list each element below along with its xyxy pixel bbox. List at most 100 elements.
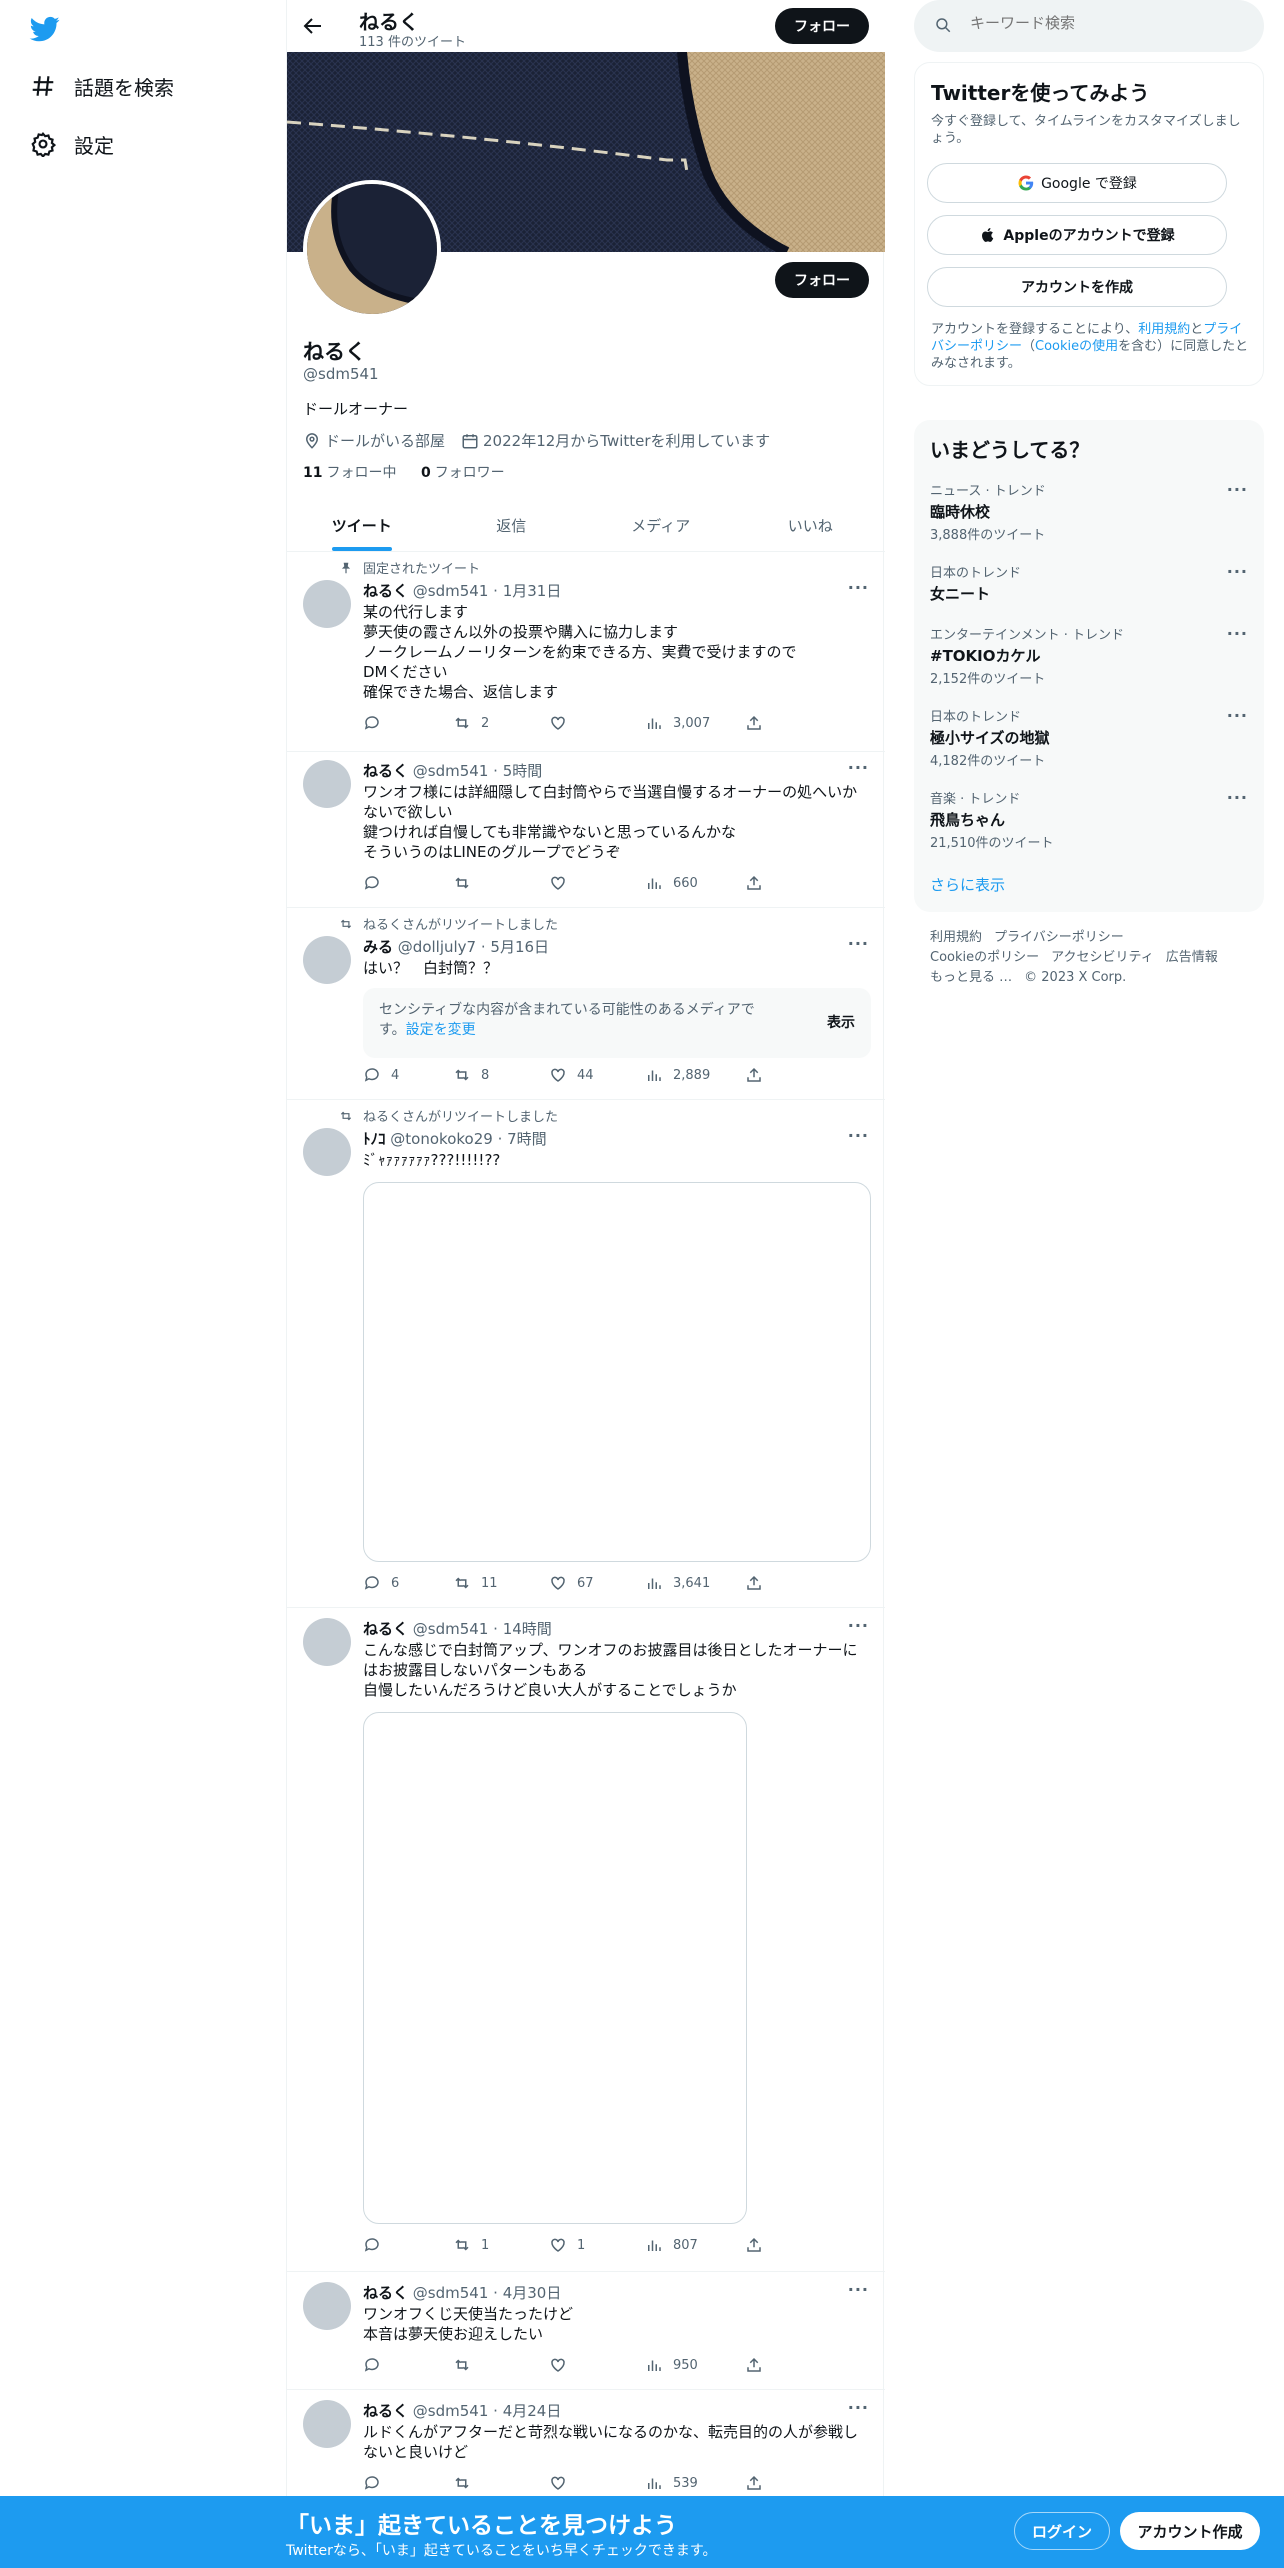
like-button[interactable] (549, 714, 577, 732)
tweet[interactable]: ねるく @sdm541 · 5時間 ··· ワンオフ様には詳細隠して白封筒やらで… (287, 752, 885, 908)
more-icon[interactable]: ··· (848, 758, 869, 777)
tweet-media[interactable] (363, 1712, 747, 2224)
retweet-button[interactable]: 1 (453, 2236, 489, 2254)
footer-accessibility[interactable]: アクセシビリティ (1051, 950, 1154, 965)
footer-terms[interactable]: 利用規約 (930, 930, 982, 945)
views-button[interactable]: 950 (645, 2356, 698, 2374)
nav-explore[interactable]: 話題を検索 (30, 64, 174, 108)
trends-show-more[interactable]: さらに表示 (930, 874, 1005, 895)
views-button[interactable]: 807 (645, 2236, 698, 2254)
nav-settings[interactable]: 設定 (30, 122, 114, 166)
share-icon (747, 1067, 761, 1082)
more-icon[interactable]: ··· (848, 578, 869, 597)
reply-button[interactable]: 6 (363, 1574, 399, 1592)
more-icon[interactable]: ··· (1227, 788, 1248, 807)
back-arrow-icon[interactable] (301, 14, 325, 38)
retweet-button[interactable]: 8 (453, 1066, 489, 1084)
share-button[interactable] (745, 874, 773, 892)
views-button[interactable]: 3,641 (645, 1574, 710, 1592)
retweet-button[interactable]: 2 (453, 714, 489, 732)
reply-button[interactable] (363, 2236, 391, 2254)
trend-item[interactable]: 日本のトレンド 女ニート ··· (930, 562, 1248, 604)
twitter-logo-icon[interactable] (28, 14, 62, 44)
tab-likes[interactable]: いいね (736, 500, 886, 551)
tweet[interactable]: ねるくさんがリツイートしました みる @dolljuly7 · 5月16日 ··… (287, 908, 885, 1100)
share-button[interactable] (745, 714, 773, 732)
avatar[interactable] (303, 2282, 351, 2330)
avatar[interactable] (303, 936, 351, 984)
like-button[interactable]: 67 (549, 1574, 594, 1592)
cookie-link[interactable]: Cookieの使用 (1035, 339, 1118, 354)
like-button[interactable]: 44 (549, 1066, 594, 1084)
footer-ads[interactable]: 広告情報 (1166, 950, 1218, 965)
retweet-button[interactable] (453, 2474, 481, 2492)
reply-button[interactable] (363, 2356, 391, 2374)
more-icon[interactable]: ··· (1227, 480, 1248, 499)
trend-item[interactable]: 音楽 · トレンド 飛鳥ちゃん 21,510件のツイート ··· (930, 788, 1248, 851)
trend-item[interactable]: ニュース · トレンド 臨時休校 3,888件のツイート ··· (930, 480, 1248, 543)
like-button[interactable] (549, 2474, 577, 2492)
profile-avatar[interactable] (303, 180, 441, 318)
tweet[interactable]: ねるくさんがリツイートしました ﾄﾉｺ @tonokoko29 · 7時間 ··… (287, 1100, 885, 1608)
following-link[interactable]: 11 フォロー中 (303, 465, 396, 481)
profile-follow-button[interactable]: フォロー (775, 262, 869, 298)
more-icon[interactable]: ··· (848, 2280, 869, 2299)
tweet[interactable]: ねるく @sdm541 · 4月30日 ··· ワンオフくじ天使当たったけど 本… (287, 2272, 885, 2390)
change-settings-link[interactable]: 設定を変更 (406, 1022, 476, 1038)
avatar[interactable] (303, 1618, 351, 1666)
google-signup-button[interactable]: Google で登録 (927, 163, 1227, 203)
trend-item[interactable]: 日本のトレンド 極小サイズの地獄 4,182件のツイート ··· (930, 706, 1248, 769)
terms-link[interactable]: 利用規約 (1138, 322, 1190, 337)
more-icon[interactable]: ··· (848, 2398, 869, 2417)
show-media-button[interactable]: 表示 (827, 1012, 855, 1032)
views-button[interactable]: 539 (645, 2474, 698, 2492)
share-button[interactable] (745, 2474, 773, 2492)
views-button[interactable]: 660 (645, 874, 698, 892)
like-button[interactable] (549, 2356, 577, 2374)
followers-link[interactable]: 0 フォロワー (421, 465, 505, 481)
footer-privacy[interactable]: プライバシーポリシー (994, 930, 1124, 945)
views-button[interactable]: 3,007 (645, 714, 710, 732)
avatar[interactable] (303, 2400, 351, 2448)
like-button[interactable]: 1 (549, 2236, 585, 2254)
tweet[interactable]: ねるく @sdm541 · 4月24日 ··· ルドくんがアフターだと苛烈な戦い… (287, 2390, 885, 2496)
tab-media[interactable]: メディア (586, 500, 736, 551)
tweet-media[interactable] (363, 1182, 871, 1562)
more-icon[interactable]: ··· (1227, 624, 1248, 643)
reply-button[interactable] (363, 2474, 391, 2492)
reply-button[interactable] (363, 874, 391, 892)
avatar[interactable] (303, 580, 351, 628)
share-button[interactable] (745, 2356, 773, 2374)
header-follow-button[interactable]: フォロー (775, 8, 869, 44)
more-icon[interactable]: ··· (848, 1126, 869, 1145)
avatar[interactable] (303, 760, 351, 808)
tweet[interactable]: ねるく @sdm541 · 14時間 ··· こんな感じで白封筒アップ、ワンオフ… (287, 1608, 885, 2272)
retweet-button[interactable]: 11 (453, 1574, 498, 1592)
share-button[interactable] (745, 1574, 773, 1592)
search-input[interactable] (970, 14, 1240, 32)
search-box[interactable] (914, 0, 1264, 52)
tab-replies[interactable]: 返信 (437, 500, 587, 551)
retweet-button[interactable] (453, 874, 481, 892)
more-icon[interactable]: ··· (848, 934, 869, 953)
share-button[interactable] (745, 1066, 773, 1084)
views-button[interactable]: 2,889 (645, 1066, 710, 1084)
avatar[interactable] (303, 1128, 351, 1176)
like-button[interactable] (549, 874, 577, 892)
footer-cookie[interactable]: Cookieのポリシー (930, 950, 1039, 965)
trend-item[interactable]: エンターテインメント · トレンド #TOKIOカケル 2,152件のツイート ··… (930, 624, 1248, 687)
more-icon[interactable]: ··· (848, 1616, 869, 1635)
create-account-button[interactable]: アカウントを作成 (927, 267, 1227, 307)
signup-button[interactable]: アカウント作成 (1120, 2512, 1260, 2550)
retweet-button[interactable] (453, 2356, 481, 2374)
more-icon[interactable]: ··· (1227, 562, 1248, 581)
login-button[interactable]: ログイン (1014, 2512, 1110, 2550)
more-icon[interactable]: ··· (1227, 706, 1248, 725)
reply-button[interactable]: 4 (363, 1066, 399, 1084)
footer-more[interactable]: もっと見る … (930, 970, 1012, 985)
apple-signup-button[interactable]: Appleのアカウントで登録 (927, 215, 1227, 255)
share-button[interactable] (745, 2236, 773, 2254)
tweet[interactable]: 固定されたツイート ねるく @sdm541 · 1月31日 ··· 某の代行しま… (287, 552, 885, 752)
reply-button[interactable] (363, 714, 391, 732)
tab-tweets[interactable]: ツイート (287, 500, 437, 551)
